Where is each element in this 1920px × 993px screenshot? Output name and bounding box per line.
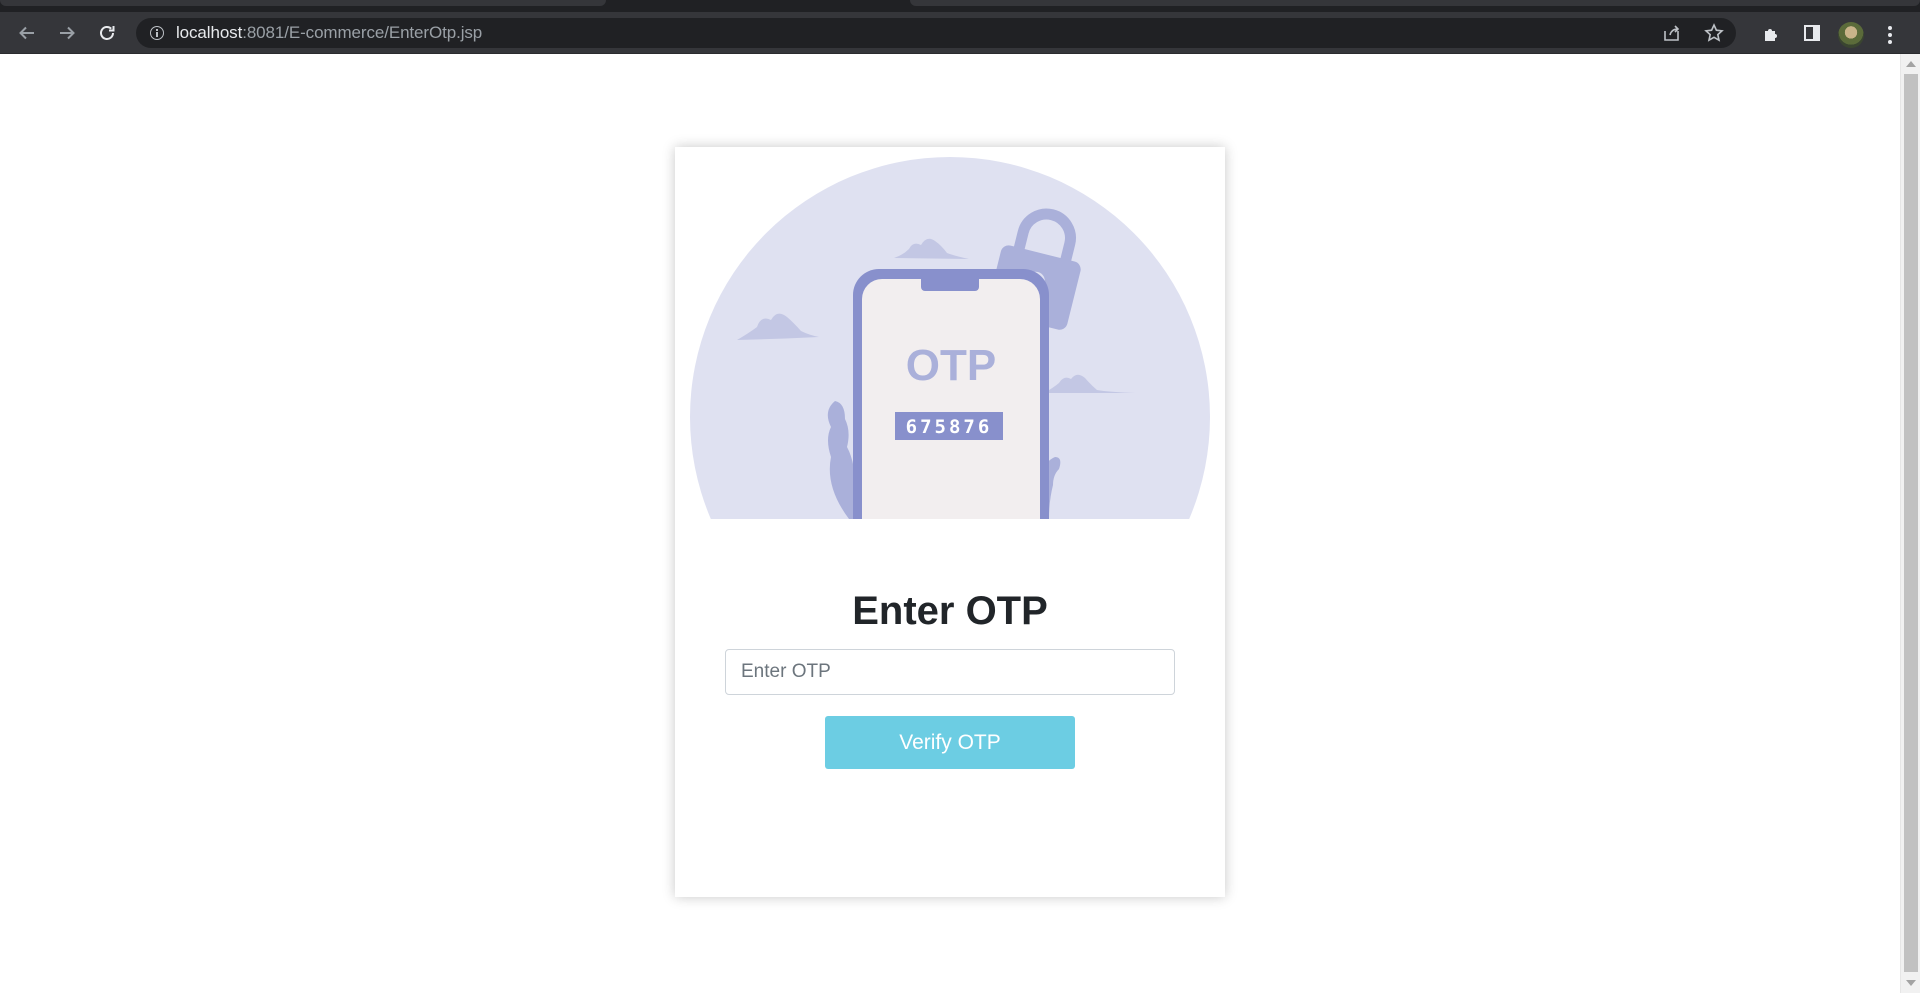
otp-code: 675876 bbox=[906, 416, 993, 438]
back-arrow-icon bbox=[19, 26, 34, 40]
bookmark-star-icon[interactable] bbox=[1704, 18, 1724, 48]
scroll-thumb[interactable] bbox=[1904, 74, 1918, 972]
forward-button[interactable] bbox=[52, 18, 82, 48]
site-info-icon[interactable] bbox=[150, 26, 164, 40]
profile-avatar[interactable] bbox=[1838, 22, 1864, 48]
otp-illustration: OTP 675876 bbox=[690, 157, 1210, 519]
tab[interactable] bbox=[0, 0, 606, 6]
scroll-up-arrow-icon[interactable] bbox=[1906, 61, 1916, 67]
side-panel-icon[interactable] bbox=[1797, 18, 1827, 48]
browser-toolbar: localhost:8081/E-commerce/EnterOtp.jsp bbox=[0, 12, 1920, 54]
verify-otp-button[interactable]: Verify OTP bbox=[825, 716, 1075, 769]
url-host: localhost bbox=[176, 23, 243, 42]
page-scrollbar[interactable] bbox=[1900, 54, 1920, 993]
otp-input[interactable] bbox=[725, 649, 1175, 695]
address-bar[interactable]: localhost:8081/E-commerce/EnterOtp.jsp bbox=[136, 18, 1736, 48]
reload-button[interactable] bbox=[92, 18, 122, 48]
otp-card: OTP 675876 Enter OTP Verify OTP bbox=[675, 147, 1225, 897]
url-path: :8081/E-commerce/EnterOtp.jsp bbox=[242, 23, 483, 42]
extensions-icon[interactable] bbox=[1757, 18, 1787, 48]
url-text[interactable]: localhost:8081/E-commerce/EnterOtp.jsp bbox=[176, 23, 482, 43]
menu-kebab-icon[interactable] bbox=[1888, 26, 1892, 44]
page-title: Enter OTP bbox=[852, 589, 1048, 633]
otp-label: OTP bbox=[906, 341, 996, 390]
back-button[interactable] bbox=[12, 18, 42, 48]
tab-strip bbox=[0, 0, 1920, 12]
tab[interactable] bbox=[910, 0, 1920, 6]
phone-icon bbox=[853, 269, 1049, 519]
scroll-down-arrow-icon[interactable] bbox=[1906, 980, 1916, 986]
forward-arrow-icon bbox=[60, 26, 75, 40]
share-icon[interactable] bbox=[1662, 18, 1682, 48]
reload-icon bbox=[100, 26, 115, 40]
